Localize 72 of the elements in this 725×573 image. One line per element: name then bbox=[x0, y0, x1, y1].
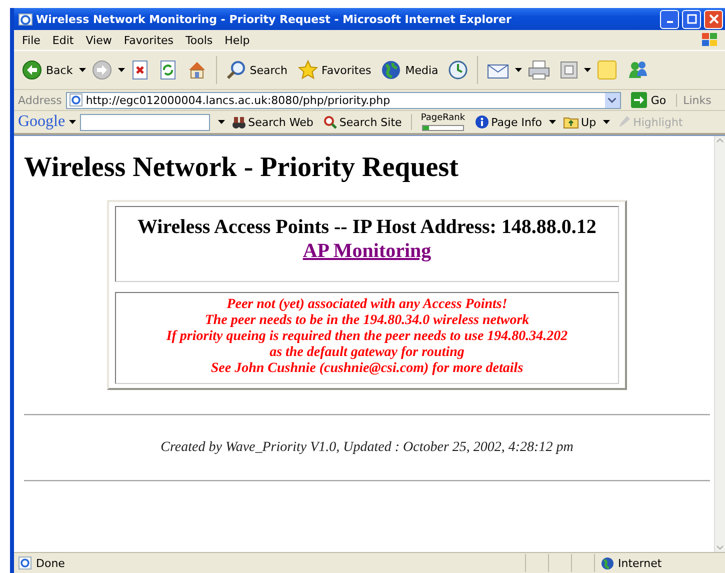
minimize-button[interactable] bbox=[660, 10, 679, 28]
back-button[interactable]: Back bbox=[18, 58, 77, 82]
caret-icon[interactable] bbox=[603, 120, 610, 124]
search-field[interactable] bbox=[80, 114, 210, 130]
favorites-button[interactable]: Favorites bbox=[294, 58, 376, 82]
clock-icon bbox=[448, 60, 468, 80]
page-icon bbox=[68, 93, 83, 107]
media-button[interactable]: Media bbox=[377, 58, 442, 82]
scroll-down-icon bbox=[716, 544, 724, 552]
maximize-icon bbox=[686, 14, 696, 24]
monitoring-link[interactable]: AP Monitoring bbox=[302, 240, 432, 262]
note-icon bbox=[597, 60, 618, 80]
menu-item[interactable]: View bbox=[80, 34, 118, 46]
marker-icon bbox=[617, 115, 632, 129]
menu-item[interactable]: Tools bbox=[180, 34, 219, 46]
menu-item[interactable]: Favorites bbox=[118, 34, 180, 46]
star-icon bbox=[298, 60, 318, 80]
search-button[interactable]: Search bbox=[222, 58, 292, 82]
scroll-up-icon bbox=[716, 136, 724, 144]
windows-logo-icon bbox=[701, 32, 719, 48]
up-button[interactable]: Up bbox=[560, 115, 600, 129]
google-logo[interactable]: Google bbox=[18, 113, 66, 131]
footer-text: Created by Wave_Priority V1.0, Updated : October 25, 2002, 4:28:12 pm bbox=[160, 440, 574, 455]
page-icon bbox=[18, 556, 32, 570]
house-icon bbox=[186, 60, 207, 80]
printer-icon bbox=[528, 60, 550, 80]
folder-up-icon bbox=[563, 115, 580, 129]
caret-icon[interactable] bbox=[549, 120, 556, 124]
menu-item[interactable]: File bbox=[16, 34, 46, 46]
stop-icon bbox=[130, 60, 149, 80]
page-heading: Wireless Network - Priority Request bbox=[24, 152, 460, 184]
caret-icon[interactable] bbox=[218, 120, 226, 124]
warning-message: as the default gateway for routing bbox=[270, 345, 464, 361]
window-title: Wireless Network Monitoring - Priority Request - Microsoft Internet Explorer bbox=[36, 12, 512, 26]
pagerank-meter: PageRank bbox=[418, 114, 468, 130]
warning-message: If priority queing is required then the peer needs to use 194.80.34.202 bbox=[166, 329, 568, 345]
status-text: Done bbox=[36, 556, 65, 570]
globe-icon bbox=[381, 60, 402, 80]
caret-icon[interactable] bbox=[118, 68, 125, 72]
address-field[interactable]: http://egc012000004.lancs.ac.uk:8080/php/priority.php bbox=[66, 92, 621, 108]
minimize-icon bbox=[666, 21, 672, 23]
page-info-button[interactable]: Page Info bbox=[472, 115, 546, 129]
maximize-button[interactable] bbox=[682, 10, 701, 28]
info-icon bbox=[475, 115, 490, 129]
magnifier-icon bbox=[323, 116, 338, 128]
caret-icon[interactable] bbox=[78, 68, 86, 72]
menu-item[interactable]: Help bbox=[218, 34, 256, 46]
zone-text: Internet bbox=[618, 556, 662, 570]
panel-title: Wireless Access Points -- IP Host Address: 148.88.0.12 bbox=[136, 215, 598, 239]
window-icon bbox=[560, 61, 578, 79]
close-button[interactable] bbox=[704, 10, 723, 28]
close-icon bbox=[708, 14, 718, 24]
browser-icon bbox=[18, 12, 33, 26]
people-icon bbox=[627, 60, 650, 80]
caret-icon[interactable] bbox=[515, 68, 522, 72]
warning-message: See John Cushnie (cushnie@csi.com) for more details bbox=[210, 361, 524, 377]
scrollbar[interactable] bbox=[714, 136, 725, 552]
warning-message: Peer not (yet) associated with any Access Points! bbox=[226, 297, 508, 313]
go-button[interactable]: Go bbox=[624, 92, 672, 108]
chevron-icon bbox=[608, 98, 616, 102]
refresh-icon bbox=[158, 60, 177, 80]
globe-icon bbox=[601, 556, 614, 570]
address-label: Address bbox=[18, 94, 62, 106]
search-icon bbox=[226, 60, 246, 80]
menu-item[interactable]: Edit bbox=[46, 34, 80, 46]
dropdown-button[interactable] bbox=[604, 92, 620, 108]
warning-message: The peer needs to be in the 194.80.34.0 wireless network bbox=[204, 313, 530, 329]
caret-icon[interactable] bbox=[584, 68, 592, 72]
binoculars-icon bbox=[232, 116, 246, 128]
search-web-button[interactable]: Search Web bbox=[229, 116, 316, 128]
caret-icon[interactable] bbox=[69, 120, 76, 124]
search-site-button[interactable]: Search Site bbox=[320, 116, 405, 128]
